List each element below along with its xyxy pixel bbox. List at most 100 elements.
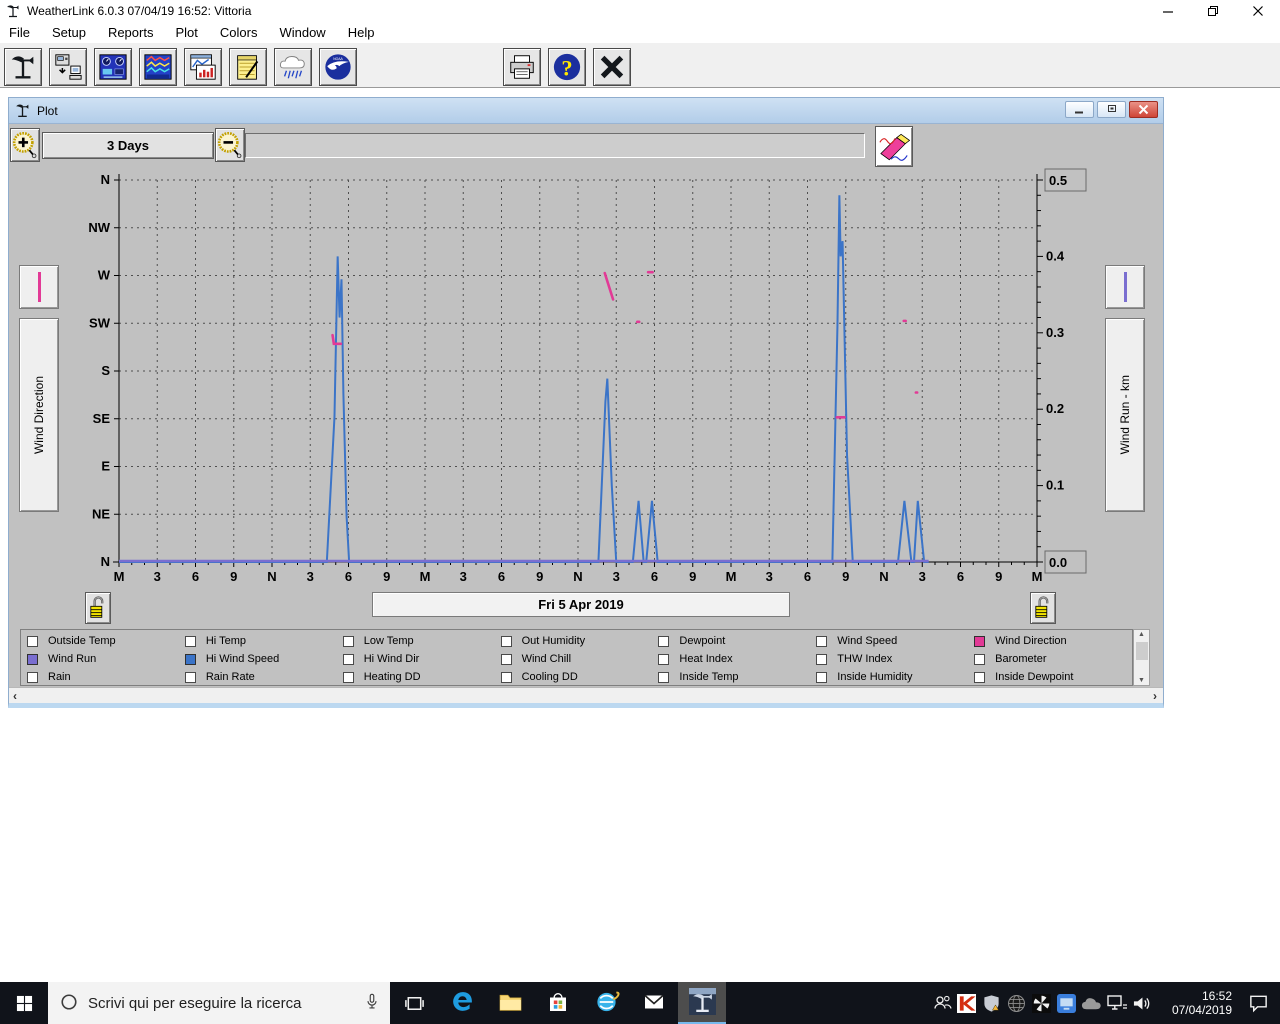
clear-plot-button[interactable] xyxy=(875,126,913,167)
tray-globe-icon[interactable] xyxy=(1004,982,1029,1024)
taskbar-app-file-explorer[interactable] xyxy=(486,982,534,1024)
toolbar-button-strip-charts[interactable] xyxy=(139,48,177,86)
svg-text:3: 3 xyxy=(613,569,620,584)
legend-checkbox-wind-speed[interactable] xyxy=(816,635,828,647)
svg-text:N: N xyxy=(879,569,888,584)
app-minimize-button[interactable] xyxy=(1145,0,1190,22)
taskbar-clock[interactable]: 16:52 07/04/2019 xyxy=(1160,989,1236,1017)
plot-date-button[interactable]: Fri 5 Apr 2019 xyxy=(372,592,790,617)
taskbar-app-mail[interactable] xyxy=(630,982,678,1024)
legend-checkbox-inside-humidity[interactable] xyxy=(816,671,828,683)
toolbar-button-plot[interactable] xyxy=(184,48,222,86)
right-axis-title-button[interactable]: Wind Run - km xyxy=(1105,318,1145,512)
zoom-out-button[interactable] xyxy=(215,128,245,162)
legend-checkbox-cooling-dd[interactable] xyxy=(500,671,512,683)
left-lock-button[interactable] xyxy=(85,592,111,624)
legend-checkbox-rain[interactable] xyxy=(27,671,38,683)
menu-file[interactable]: File xyxy=(0,22,39,43)
taskbar-app-store[interactable] xyxy=(534,982,582,1024)
tray-pc-icon[interactable] xyxy=(1054,982,1079,1024)
toolbar-button-notes[interactable] xyxy=(229,48,267,86)
taskbar-app-edge[interactable] xyxy=(438,982,486,1024)
legend-checkbox-hi-temp[interactable] xyxy=(184,635,196,647)
right-axis-color-button[interactable] xyxy=(1105,265,1145,309)
microphone-icon[interactable] xyxy=(364,992,380,1014)
legend-label-out-humidity: Out Humidity xyxy=(521,635,586,647)
svg-text:6: 6 xyxy=(345,569,352,584)
app-titlebar: WeatherLink 6.0.3 07/04/19 16:52: Vittor… xyxy=(0,0,1280,22)
start-button[interactable] xyxy=(0,982,48,1024)
toolbar-button-bulletin[interactable] xyxy=(94,48,132,86)
app-close-button[interactable] xyxy=(1235,0,1280,22)
toolbar-button-download[interactable] xyxy=(49,48,87,86)
legend-scroll-up-icon[interactable]: ▲ xyxy=(1138,630,1145,639)
scroll-left-icon[interactable]: ‹ xyxy=(13,689,17,703)
legend-scroll-down-icon[interactable]: ▼ xyxy=(1138,676,1145,685)
taskbar-app-internet-explorer[interactable] xyxy=(582,982,630,1024)
legend-checkbox-inside-dewpoint[interactable] xyxy=(974,671,986,683)
toolbar-button-station[interactable] xyxy=(4,48,42,86)
legend-checkbox-inside-temp[interactable] xyxy=(658,671,670,683)
legend-label-hi-wind-dir: Hi Wind Dir xyxy=(363,653,420,665)
legend-checkbox-rain-rate[interactable] xyxy=(184,671,196,683)
plot-minimize-button[interactable] xyxy=(1065,101,1094,118)
plot-window-titlebar[interactable]: Plot xyxy=(9,98,1163,124)
right-lock-button[interactable] xyxy=(1030,592,1056,624)
right-axis-min-box[interactable]: 0.0 xyxy=(1044,550,1087,574)
menu-reports[interactable]: Reports xyxy=(99,22,163,43)
left-axis-color-button[interactable] xyxy=(19,265,59,309)
legend-checkbox-thw-index[interactable] xyxy=(816,653,828,665)
legend-checkbox-wind-chill[interactable] xyxy=(500,653,512,665)
tray-pinwheel-icon[interactable] xyxy=(1029,982,1054,1024)
legend-scroll-thumb[interactable] xyxy=(1136,642,1148,660)
legend-checkbox-out-humidity[interactable] xyxy=(500,635,512,647)
legend-checkbox-dewpoint[interactable] xyxy=(658,635,670,647)
tray-onedrive-icon[interactable] xyxy=(1079,982,1104,1024)
right-axis-max-box[interactable]: 0.5 xyxy=(1044,168,1087,192)
toolbar-button-noaa-summary[interactable]: NOAA xyxy=(319,48,357,86)
legend-label-low-temp: Low Temp xyxy=(363,635,414,647)
legend-checkbox-wind-direction[interactable] xyxy=(974,635,986,647)
app-restore-button[interactable] xyxy=(1190,0,1235,22)
legend-checkbox-heat-index[interactable] xyxy=(658,653,670,665)
menu-window[interactable]: Window xyxy=(270,22,334,43)
legend-checkbox-low-temp[interactable] xyxy=(342,635,354,647)
toolbar-button-rain[interactable] xyxy=(274,48,312,86)
legend-checkbox-barometer[interactable] xyxy=(974,653,986,665)
toolbar-button-print[interactable] xyxy=(503,48,541,86)
plot-horizontal-scrollbar[interactable]: ‹ › xyxy=(9,687,1163,703)
legend-scrollbar[interactable]: ▲ ▼ xyxy=(1133,629,1150,686)
tray-kaspersky-icon[interactable] xyxy=(954,982,979,1024)
plot-close-button[interactable] xyxy=(1129,101,1158,118)
plot-restore-button[interactable] xyxy=(1097,101,1126,118)
plot-body: M 3 6 9 N 3 6 9 M 3 6 9 N 3 6 9 M 3 6 9 N 3 6 9 M N NW W SW S SE E NE N 0.… xyxy=(9,124,1163,703)
tray-defender-icon[interactable] xyxy=(979,982,1004,1024)
tray-people-icon[interactable] xyxy=(929,982,954,1024)
legend-checkbox-hi-wind-dir[interactable] xyxy=(342,653,354,665)
tray-network-icon[interactable] xyxy=(1104,982,1129,1024)
time-range-button[interactable]: 3 Days xyxy=(42,132,214,159)
zoom-in-button[interactable] xyxy=(10,128,40,162)
taskbar-search-box[interactable]: Scrivi qui per eseguire la ricerca xyxy=(48,982,390,1024)
taskbar-app-weatherlink[interactable] xyxy=(678,982,726,1024)
menu-plot[interactable]: Plot xyxy=(166,22,206,43)
menu-help[interactable]: Help xyxy=(339,22,384,43)
toolbar-button-help[interactable]: ? xyxy=(548,48,586,86)
chart-canvas[interactable]: M 3 6 9 N 3 6 9 M 3 6 9 N 3 6 9 M 3 6 9 N 3 6 9 MNNWWSWSSEENEN0.… xyxy=(9,124,1163,594)
action-center-button[interactable] xyxy=(1236,993,1280,1013)
wind-run-axis-labels: 0.4 0.3 0.2 0.1 xyxy=(1046,248,1065,492)
legend-checkbox-heating-dd[interactable] xyxy=(342,671,354,683)
zoom-span-bar[interactable] xyxy=(245,133,865,158)
legend-checkbox-hi-wind-speed[interactable] xyxy=(184,653,196,665)
svg-text:E: E xyxy=(101,459,110,474)
legend-checkbox-outside-temp[interactable] xyxy=(27,635,38,647)
tray-volume-icon[interactable] xyxy=(1129,982,1154,1024)
task-view-button[interactable] xyxy=(390,982,438,1024)
scroll-right-icon[interactable]: › xyxy=(1153,689,1157,703)
toolbar-button-exit[interactable] xyxy=(593,48,631,86)
menu-colors[interactable]: Colors xyxy=(211,22,267,43)
series-wind-direction-marks xyxy=(331,270,919,419)
legend-checkbox-wind-run[interactable] xyxy=(27,653,38,665)
menu-setup[interactable]: Setup xyxy=(43,22,95,43)
left-axis-title-button[interactable]: Wind Direction xyxy=(19,318,59,512)
